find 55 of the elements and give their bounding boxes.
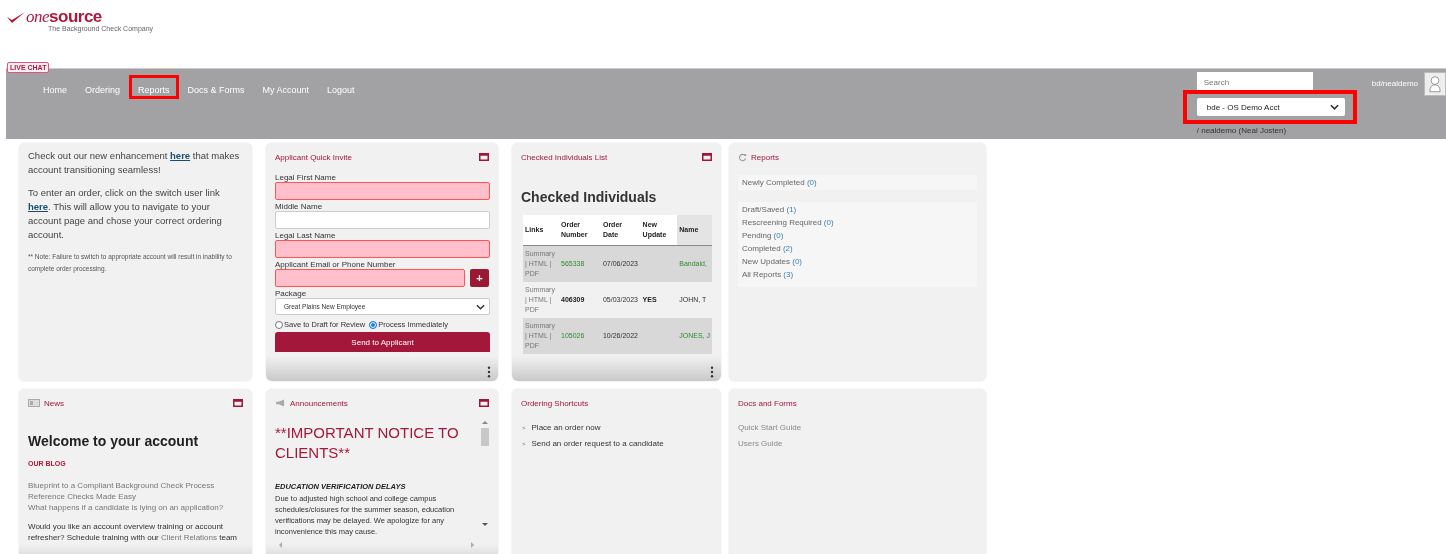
refresh-icon[interactable] xyxy=(738,152,747,162)
training-paragraph: Would you like an account overview training or account refresher? Schedule training with our Client Relations team xyxy=(28,521,238,543)
widget-title: Announcements xyxy=(290,398,348,408)
more-options-icon[interactable] xyxy=(487,366,491,378)
field-label: Legal Last Name xyxy=(275,231,337,240)
field-label: Package xyxy=(275,289,308,298)
report-link[interactable]: Rescreening Required (0) xyxy=(742,218,973,227)
section-heading: Checked Individuals xyxy=(521,189,658,205)
brand-name: onesource xyxy=(26,8,103,25)
text-field[interactable] xyxy=(275,240,490,258)
field-label: Applicant Email or Phone Number xyxy=(275,260,397,269)
widget-title: Applicant Quick Invite xyxy=(275,152,352,162)
window-icon[interactable] xyxy=(479,153,489,161)
vertical-scrollbar[interactable] xyxy=(481,421,489,526)
widget-title: Docs and Forms xyxy=(738,398,797,408)
username: bd/nealdemo xyxy=(1371,79,1418,88)
report-link[interactable]: New Updates (0) xyxy=(742,257,973,266)
field-label: Legal First Name xyxy=(275,173,337,182)
notice-heading: **IMPORTANT NOTICE TO CLIENTS** xyxy=(275,423,460,463)
document-link[interactable]: Users Guide xyxy=(738,439,977,448)
report-link[interactable]: All Reports (3) xyxy=(742,270,973,279)
here-link[interactable]: here xyxy=(170,150,191,161)
window-icon[interactable] xyxy=(233,399,243,407)
megaphone-icon xyxy=(275,399,286,407)
text-field[interactable] xyxy=(275,211,490,229)
send-button[interactable]: Send to Applicant xyxy=(275,332,490,352)
account-select[interactable]: bde - OS Demo Acct xyxy=(1196,98,1345,116)
widget-title: Ordering Shortcuts xyxy=(521,398,589,408)
report-link[interactable]: Completed (2) xyxy=(742,244,973,253)
widget-title: Checked Individuals List xyxy=(521,152,608,162)
newspaper-icon xyxy=(28,399,40,407)
caret-icon xyxy=(476,303,485,310)
notice-paragraph: To enter an order, click on the switch user link here. This will allow you to navigate to your account page and chose your correct ordering account. xyxy=(28,186,223,242)
caret-icon xyxy=(1329,104,1339,110)
widget-title: Reports xyxy=(751,152,779,162)
window-icon[interactable] xyxy=(479,399,489,407)
report-link[interactable]: Draft/Saved (1) xyxy=(742,205,973,214)
blog-link[interactable]: Reference Checks Made Easy xyxy=(28,491,243,502)
more-options-icon[interactable] xyxy=(710,366,714,378)
blog-link[interactable]: Blueprint to a Compliant Background Check Process xyxy=(28,480,243,491)
client-relations-link[interactable]: Client Relations xyxy=(160,533,217,542)
blog-link[interactable]: What happens if a candidate is lying on an application? xyxy=(28,502,243,513)
document-link[interactable]: Quick Start Guide xyxy=(738,423,977,432)
search-field[interactable]: Search xyxy=(1196,72,1313,92)
text-field[interactable] xyxy=(275,269,465,287)
welcome-heading: Welcome to your account xyxy=(28,433,200,449)
add-button[interactable]: + xyxy=(470,269,489,287)
report-link[interactable]: Pending (0) xyxy=(742,231,973,240)
user-avatar-button[interactable] xyxy=(1424,72,1446,96)
text-field[interactable] xyxy=(275,182,490,200)
field-label: Middle Name xyxy=(275,202,324,211)
widget-title: News xyxy=(44,398,64,408)
notice-paragraph: Check out our new enhancement here that makes account transitioning seamless! xyxy=(28,149,241,177)
acting-as-text: / nealdemo (Neal Josten) xyxy=(1196,126,1288,135)
window-icon[interactable] xyxy=(702,153,712,161)
